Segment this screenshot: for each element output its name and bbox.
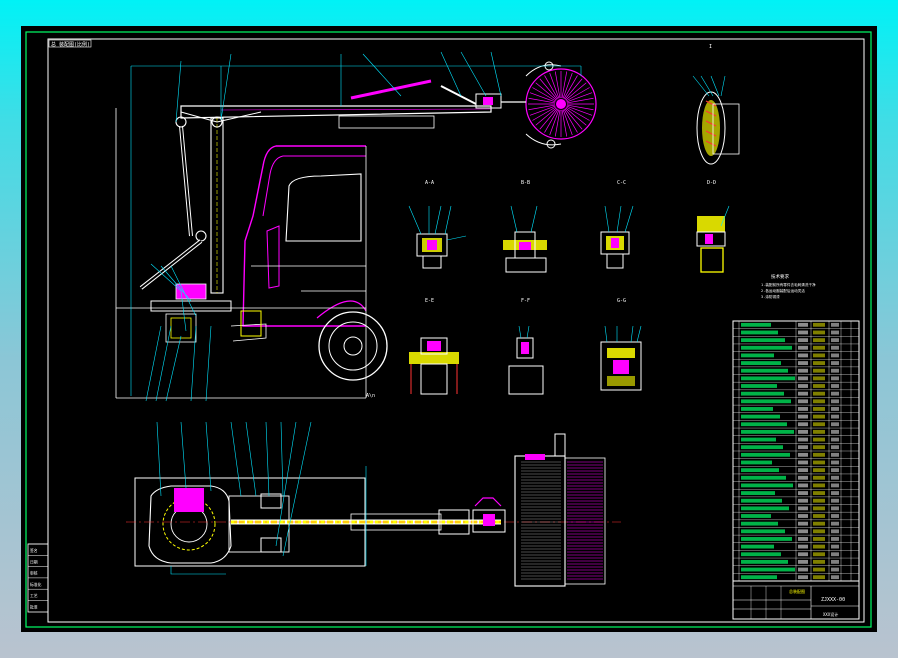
side-stamp-label: 签名 xyxy=(30,548,38,553)
cab-window xyxy=(285,173,362,242)
company-name: XXX设计 xyxy=(823,611,838,617)
side-stamp-table: 签名日期审核标准化工艺批准 xyxy=(27,543,49,613)
svg-text:2.各运动副装配后运动灵活: 2.各运动副装配后运动灵活 xyxy=(761,288,805,293)
brush-head-plan xyxy=(514,433,606,587)
section-e: E-E xyxy=(409,298,459,395)
truck-cab-outline xyxy=(242,145,366,327)
svg-text:技术要求: 技术要求 xyxy=(771,273,789,280)
technical-notes: 技术要求 1.装配前所有零件去毛刺清洗干净 2.各运动副装配后运动灵活 3.涂防… xyxy=(761,273,816,299)
section-g: G-G xyxy=(600,298,642,391)
svg-text:D-D: D-D xyxy=(707,180,716,186)
section-b: B-B xyxy=(503,180,547,273)
section-d: D-D xyxy=(696,180,730,273)
svg-text:1.装配前所有零件去毛刺清洗干净: 1.装配前所有零件去毛刺清洗干净 xyxy=(761,282,816,287)
section-c: C-C xyxy=(600,180,634,269)
main-boom xyxy=(180,105,492,119)
cad-drawing-canvas: 总 装配图(比例) A\n I A-A B-B C-C D-D E-E F-F … xyxy=(25,31,872,628)
detail-label: I xyxy=(709,44,712,50)
parts-list xyxy=(732,320,860,582)
side-stamp-label: 标准化 xyxy=(30,582,42,587)
svg-text:E-E: E-E xyxy=(425,298,434,304)
drawing-number: ZJXXX-00 xyxy=(821,597,845,603)
section-f: F-F xyxy=(508,298,544,395)
leader-lines xyxy=(130,51,582,402)
cad-drawing-viewport[interactable]: 总 装配图(比例) A\n I A-A B-B C-C D-D E-E F-F … xyxy=(21,26,877,632)
title-text: 总装配图 xyxy=(789,588,805,594)
svg-text:A-A: A-A xyxy=(425,180,434,186)
svg-text:B-B: B-B xyxy=(521,180,530,186)
cab-mirror xyxy=(266,225,280,289)
side-stamp-label: 审核 xyxy=(30,571,38,576)
section-a: A-A xyxy=(408,180,467,269)
plan-view xyxy=(126,421,621,587)
boom-cylinder xyxy=(350,79,432,100)
svg-text:F-F: F-F xyxy=(521,298,530,304)
svg-text:A\n: A\n xyxy=(366,393,375,399)
motor-plan xyxy=(174,488,204,512)
svg-text:3.涂防锈漆: 3.涂防锈漆 xyxy=(761,294,780,299)
svg-text:G-G: G-G xyxy=(617,298,626,304)
corner-tag: 总 装配图(比例) xyxy=(51,41,90,48)
side-stamp-label: 日期 xyxy=(30,559,38,564)
hydraulic-motor xyxy=(175,283,207,300)
svg-text:C-C: C-C xyxy=(617,180,626,186)
section-views: A-A B-B C-C D-D E-E F-F G-G xyxy=(408,180,730,395)
side-stamp-label: 工艺 xyxy=(30,593,38,598)
brush-head-side xyxy=(501,61,597,149)
side-stamp-label: 批准 xyxy=(30,605,38,610)
detail-view-i: I xyxy=(692,44,740,165)
title-block: 总装配图 ZJXXX-00 XXX设计 xyxy=(732,580,860,620)
